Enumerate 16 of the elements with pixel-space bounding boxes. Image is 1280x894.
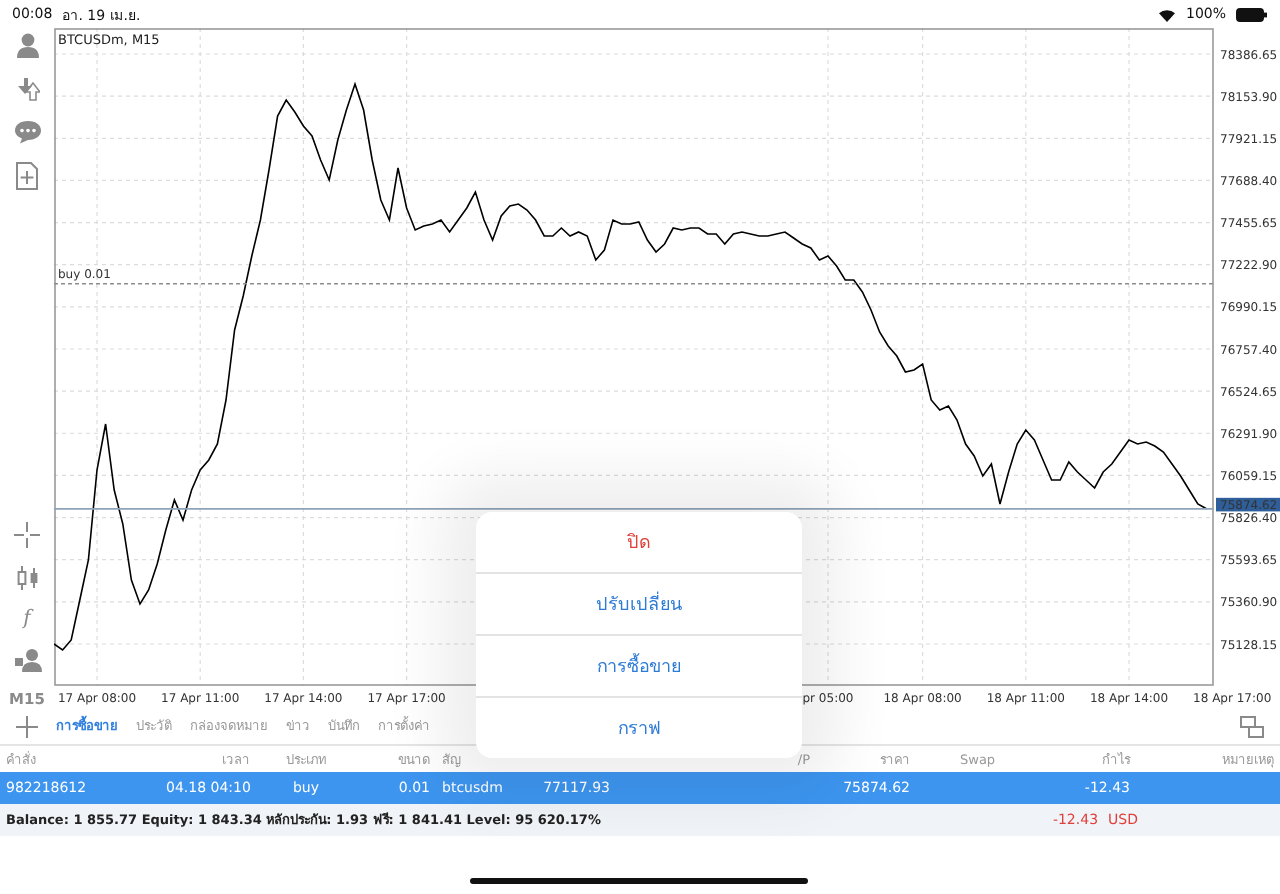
menu-item[interactable]: การซื้อขาย	[476, 636, 802, 698]
person-icon[interactable]	[15, 32, 39, 58]
candlestick-icon[interactable]	[15, 566, 39, 590]
document-add-icon[interactable]	[16, 162, 38, 190]
menu-item[interactable]: กราฟ	[476, 698, 802, 758]
windows-icon[interactable]	[1240, 715, 1264, 737]
battery-icon	[1236, 7, 1268, 21]
chat-icon[interactable]	[13, 120, 41, 144]
menu-item[interactable]: ปิด	[476, 512, 802, 574]
add-icon[interactable]	[16, 715, 38, 737]
people-icon[interactable]	[13, 648, 41, 672]
wifi-icon	[1157, 7, 1176, 21]
arrows-icon[interactable]	[15, 76, 39, 102]
indicator-button[interactable]: f	[23, 608, 31, 630]
crosshair-icon[interactable]	[14, 522, 40, 548]
menu-item[interactable]: ปรับเปลี่ยน	[476, 574, 802, 636]
